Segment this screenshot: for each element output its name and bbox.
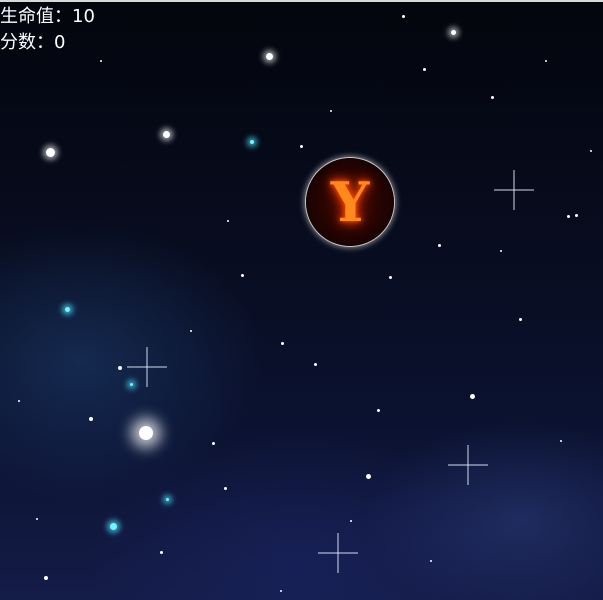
life-label: 生命值：: [0, 6, 72, 27]
star: [470, 394, 475, 399]
star: [590, 150, 592, 152]
star: [423, 68, 426, 71]
star: [430, 560, 432, 562]
sparkle: [448, 445, 488, 485]
score-display: 分数：0: [0, 30, 95, 56]
star: [575, 214, 578, 217]
star: [65, 307, 70, 312]
star: [212, 442, 215, 445]
star: [100, 60, 102, 62]
star: [377, 409, 380, 412]
star: [567, 215, 570, 218]
sparkle: [135, 355, 159, 379]
sparkle: [494, 170, 534, 210]
star: [18, 400, 20, 402]
star: [130, 383, 133, 386]
hud: 生命值：10 分数：0: [0, 4, 95, 56]
star: [224, 487, 227, 490]
star: [44, 576, 48, 580]
star: [545, 60, 547, 62]
star: [241, 274, 244, 277]
score-label: 分数：: [0, 32, 54, 53]
star: [46, 148, 55, 157]
star: [250, 140, 254, 144]
star: [227, 220, 229, 222]
star: [280, 590, 282, 592]
star: [491, 96, 494, 99]
star: [281, 342, 284, 345]
life-display: 生命值：10: [0, 4, 95, 30]
sparkle: [318, 533, 358, 573]
life-value: 10: [72, 6, 95, 27]
star: [451, 30, 456, 35]
star: [300, 145, 303, 148]
score-value: 0: [54, 32, 66, 53]
star: [266, 53, 273, 60]
star: [389, 276, 392, 279]
star: [190, 330, 192, 332]
star: [166, 498, 169, 501]
star: [402, 15, 405, 18]
star: [330, 110, 332, 112]
star: [350, 520, 352, 522]
top-border: [0, 0, 603, 2]
star: [438, 244, 441, 247]
star: [139, 426, 153, 440]
star: [160, 551, 163, 554]
star: [118, 366, 122, 370]
star: [89, 417, 93, 421]
enemy-letter: Y: [330, 170, 370, 234]
star: [163, 131, 170, 138]
star: [500, 250, 502, 252]
star: [110, 523, 117, 530]
star: [36, 518, 38, 520]
star: [314, 363, 317, 366]
falling-letter-ball[interactable]: Y: [306, 158, 394, 246]
star: [366, 474, 371, 479]
star: [519, 318, 522, 321]
game-stage[interactable]: 生命值：10 分数：0 Y: [0, 0, 603, 600]
star: [560, 440, 562, 442]
